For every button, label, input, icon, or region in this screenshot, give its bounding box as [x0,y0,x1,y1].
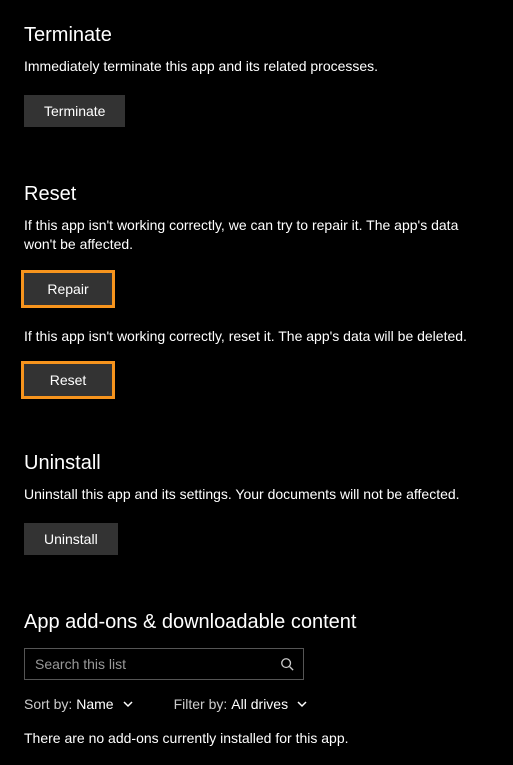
filter-row: Sort by: Name Filter by: All drives [24,696,489,712]
uninstall-button[interactable]: Uninstall [24,523,118,555]
terminate-description: Immediately terminate this app and its r… [24,57,489,77]
search-container [24,648,304,680]
uninstall-section: Uninstall Uninstall this app and its set… [24,452,489,555]
addons-empty-message: There are no add-ons currently installed… [24,730,489,746]
reset-block: If this app isn't working correctly, res… [24,327,489,397]
reset-heading: Reset [24,183,489,206]
sort-label: Sort by: [24,696,72,712]
reset-description: If this app isn't working correctly, res… [24,327,489,347]
chevron-down-icon [296,698,308,710]
search-row [24,648,489,680]
sort-value: Name [76,696,113,712]
filter-label: Filter by: [174,696,228,712]
uninstall-description: Uninstall this app and its settings. You… [24,485,489,505]
search-input[interactable] [24,648,304,680]
filter-value: All drives [231,696,288,712]
addons-heading: App add-ons & downloadable content [24,611,489,634]
repair-block: If this app isn't working correctly, we … [24,216,489,305]
reset-button[interactable]: Reset [24,364,112,396]
addons-section: App add-ons & downloadable content Sort … [24,611,489,746]
chevron-down-icon [122,698,134,710]
terminate-heading: Terminate [24,24,489,47]
sort-by-dropdown[interactable]: Sort by: Name [24,696,134,712]
repair-button[interactable]: Repair [24,273,112,305]
terminate-button[interactable]: Terminate [24,95,125,127]
repair-description: If this app isn't working correctly, we … [24,216,489,255]
uninstall-heading: Uninstall [24,452,489,475]
filter-by-dropdown[interactable]: Filter by: All drives [174,696,308,712]
terminate-section: Terminate Immediately terminate this app… [24,24,489,127]
reset-section: Reset If this app isn't working correctl… [24,183,489,397]
